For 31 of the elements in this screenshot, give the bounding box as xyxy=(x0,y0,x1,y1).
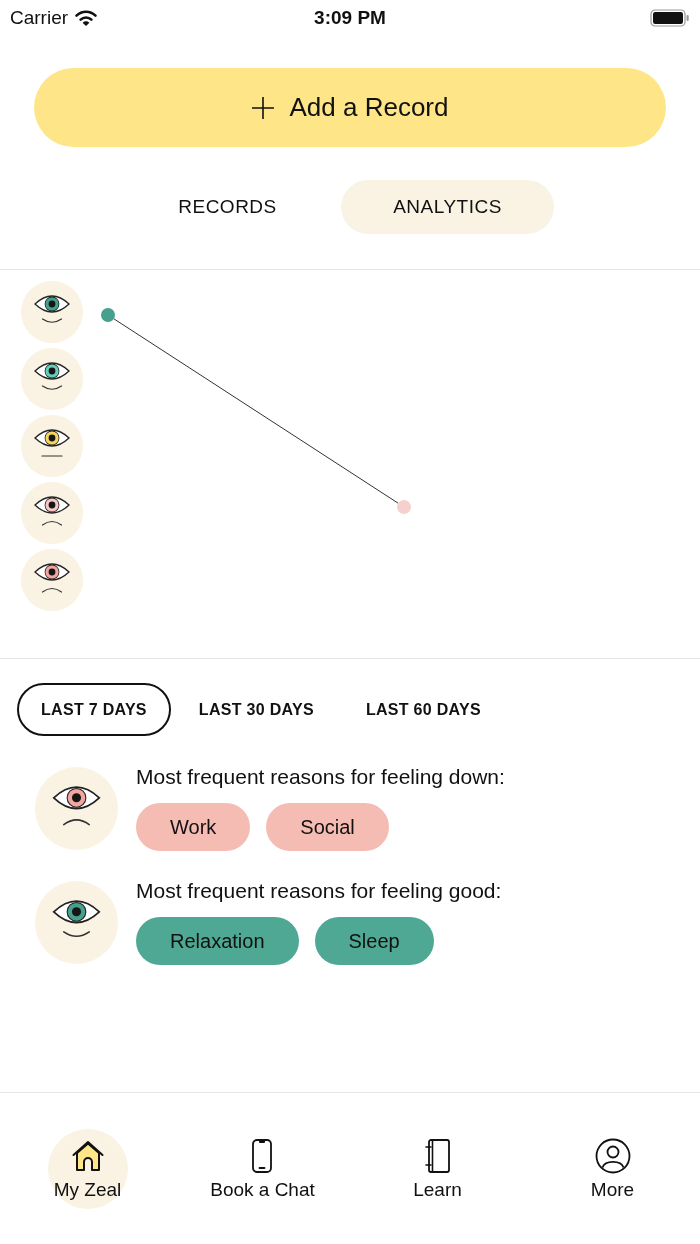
mood-face-icon xyxy=(35,880,118,964)
reason-tag: Work xyxy=(136,803,251,851)
reason-tag: Social xyxy=(266,803,389,851)
nav-tab[interactable]: My Zeal xyxy=(47,1129,128,1209)
chart-point xyxy=(101,308,115,322)
mood-face-icon xyxy=(21,348,83,410)
reasons-heading: Most frequent reasons for feeling down: xyxy=(136,765,505,789)
mood-face-icon xyxy=(21,281,83,343)
range-tab[interactable]: LAST 7 DAYS xyxy=(17,683,171,736)
wifi-icon xyxy=(74,9,99,27)
carrier-label: Carrier xyxy=(10,7,69,29)
segment-tab[interactable]: ANALYTICS xyxy=(341,180,554,234)
mood-face-icon xyxy=(21,415,83,477)
mood-face-icon xyxy=(21,482,83,544)
user-circle-icon xyxy=(594,1137,631,1174)
battery-icon xyxy=(650,9,690,27)
time-label: 3:09 PM xyxy=(314,7,386,29)
plus-icon xyxy=(251,96,274,119)
reason-tag: Sleep xyxy=(314,917,434,965)
chart-point xyxy=(397,500,411,514)
reasons-heading: Most frequent reasons for feeling good: xyxy=(136,879,502,903)
mood-face-icon xyxy=(35,766,118,850)
mood-face-icon xyxy=(21,549,83,611)
nav-tab[interactable]: More xyxy=(572,1129,653,1209)
range-tab[interactable]: LAST 30 DAYS xyxy=(174,683,338,736)
nav-tab[interactable]: Learn xyxy=(397,1129,478,1209)
segment-tab[interactable]: RECORDS xyxy=(121,180,334,234)
range-tab[interactable]: LAST 60 DAYS xyxy=(341,683,505,736)
reason-tag: Relaxation xyxy=(136,917,299,965)
add-record-button[interactable]: Add a Record xyxy=(34,68,666,147)
nav-tab[interactable]: Book a Chat xyxy=(210,1129,315,1209)
